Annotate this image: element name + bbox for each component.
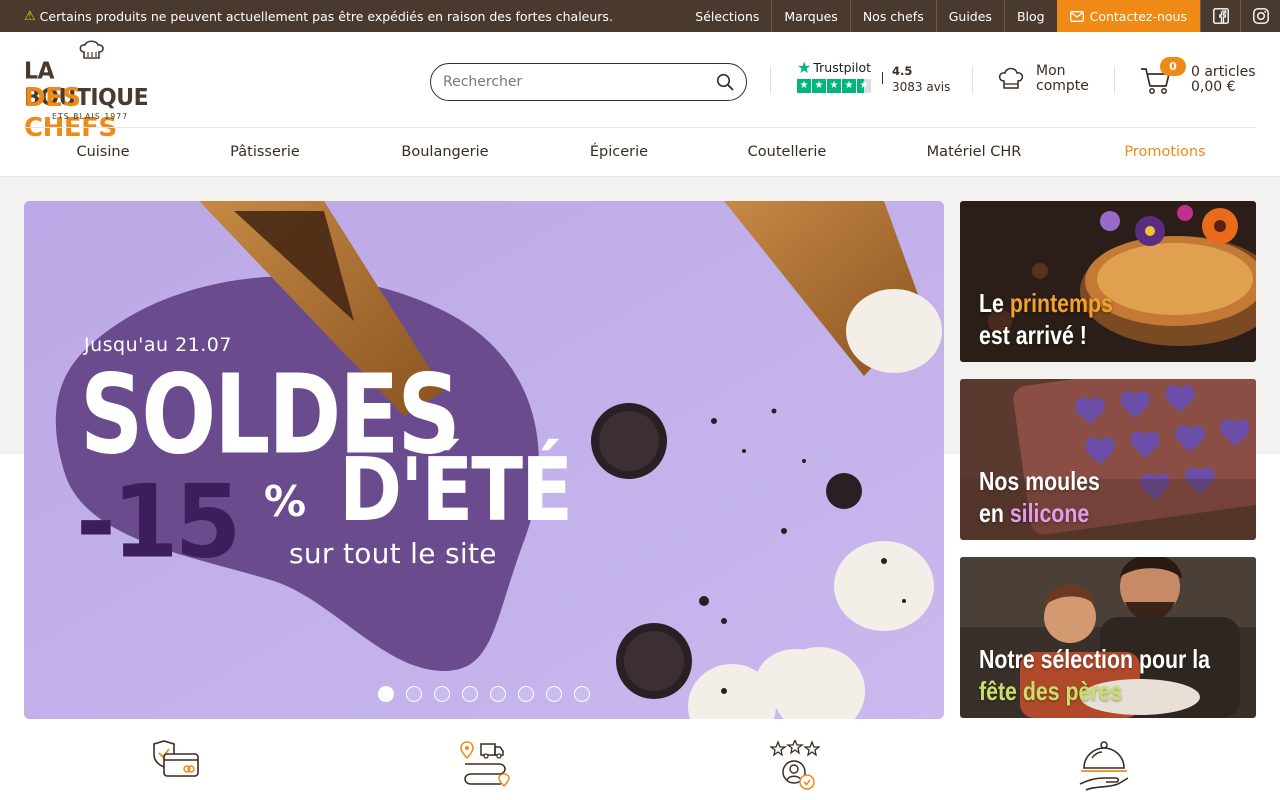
- customer-reviews-icon: [769, 738, 821, 790]
- carousel-dot[interactable]: [574, 686, 590, 702]
- promo-silicone-caption: Nos moules en silicone: [979, 465, 1100, 529]
- top-link-guides[interactable]: Guides: [935, 0, 1004, 32]
- star-icon: ★: [827, 79, 841, 93]
- nav-item-patisserie[interactable]: Pâtisserie: [220, 128, 310, 176]
- trustpilot-stars: ★ ★ ★ ★ ★: [797, 79, 871, 93]
- hero-subtitle: sur tout le site: [289, 537, 497, 570]
- promo-fathers-day-line-1: Notre sélection pour la: [979, 644, 1211, 674]
- header-divider: [1114, 66, 1115, 94]
- carousel-dots: [378, 686, 590, 702]
- carousel-dot[interactable]: [378, 686, 394, 702]
- promo-spring[interactable]: Le printemps est arrivé !: [960, 201, 1256, 362]
- top-link-blog[interactable]: Blog: [1003, 0, 1057, 32]
- carousel-dot[interactable]: [406, 686, 422, 702]
- promo-fathers-day-caption: Notre sélection pour la fête des pères: [979, 643, 1210, 707]
- promo-spring-text: Le: [979, 288, 1010, 318]
- account-label: Mon compte: [1036, 64, 1089, 94]
- top-link-chefs[interactable]: Nos chefs: [849, 0, 936, 32]
- promo-spring-caption: Le printemps est arrivé !: [979, 287, 1113, 351]
- account-link[interactable]: Mon compte: [998, 64, 1089, 94]
- trustpilot-logo: ★ Trustpilot: [797, 58, 871, 77]
- top-link-selections[interactable]: Sélections: [683, 0, 771, 32]
- header-divider: [972, 66, 973, 94]
- trustpilot-widget[interactable]: ★ Trustpilot ★ ★ ★ ★ ★ 4.5 3083 avis: [797, 58, 957, 98]
- trustpilot-star-icon: ★: [797, 58, 812, 77]
- carousel-dot[interactable]: [434, 686, 450, 702]
- nav-item-materiel-chr[interactable]: Matériel CHR: [922, 128, 1026, 176]
- nav-item-promotions[interactable]: Promotions: [1118, 128, 1212, 176]
- chef-hat-account-icon: [998, 67, 1024, 89]
- carousel-dot[interactable]: [490, 686, 506, 702]
- nav-item-cuisine[interactable]: Cuisine: [64, 128, 142, 176]
- search-icon[interactable]: [716, 73, 734, 91]
- top-link-marques[interactable]: Marques: [771, 0, 849, 32]
- heat-notice-text: Certains produits ne peuvent actuellemen…: [39, 8, 613, 24]
- feature-chef-service: [1078, 740, 1132, 796]
- main-navigation: Cuisine Pâtisserie Boulangerie Épicerie …: [24, 128, 1256, 176]
- delivery-route-icon: [460, 741, 510, 788]
- contact-label: Contactez-nous: [1089, 8, 1187, 24]
- hero-discount: -15: [76, 463, 241, 581]
- carousel-dot[interactable]: [518, 686, 534, 702]
- trustpilot-brand: Trustpilot: [813, 60, 872, 75]
- trustpilot-rating: 4.5: [892, 64, 913, 78]
- facebook-icon: [1212, 8, 1229, 24]
- account-line-2: compte: [1036, 78, 1089, 94]
- feature-delivery: [459, 740, 513, 794]
- search-input[interactable]: [443, 74, 716, 90]
- secure-payment-icon: [153, 740, 199, 777]
- nav-item-boulangerie[interactable]: Boulangerie: [394, 128, 496, 176]
- feature-secure-payment: [150, 740, 200, 786]
- feature-reviews: [769, 738, 821, 796]
- star-icon: ★: [812, 79, 826, 93]
- logo-line-3: ETS BLAIS 1977: [52, 112, 129, 121]
- search-box: [430, 63, 747, 101]
- nav-item-coutellerie[interactable]: Coutellerie: [742, 128, 832, 176]
- promo-silicone-highlight: silicone: [1009, 498, 1090, 528]
- cart-total: 0,00 €: [1191, 79, 1236, 95]
- promo-fathers-day-highlight: fête des pères: [979, 676, 1123, 706]
- promo-spring-highlight: printemps: [1009, 288, 1113, 318]
- trustpilot-separator: [882, 72, 883, 84]
- promo-silicone-molds[interactable]: Nos moules en silicone: [960, 379, 1256, 540]
- nav-item-epicerie[interactable]: Épicerie: [584, 128, 654, 176]
- carousel-dot[interactable]: [546, 686, 562, 702]
- star-icon: ★: [797, 79, 811, 93]
- instagram-icon: [1252, 8, 1269, 24]
- hero-percent: %: [264, 477, 307, 526]
- chef-service-icon: [1079, 741, 1129, 791]
- mail-icon: [1069, 10, 1084, 22]
- promo-silicone-line-1: Nos moules: [979, 466, 1100, 496]
- top-bar: ⚠ Certains produits ne peuvent actuellem…: [0, 0, 1280, 32]
- cart-articles: 0 articles: [1191, 64, 1256, 80]
- promo-fathers-day[interactable]: Notre sélection pour la fête des pères: [960, 557, 1256, 718]
- hero-carousel[interactable]: Jusqu'au 21.07 SOLDES -15 % D'ÉTÉ sur to…: [24, 201, 944, 719]
- instagram-link[interactable]: [1240, 0, 1280, 32]
- top-links: Sélections Marques Nos chefs Guides Blog…: [683, 0, 1280, 32]
- cart-link[interactable]: 0 0 articles 0,00 €: [1140, 57, 1258, 98]
- site-logo[interactable]: LA BOUTIQUE DES CHEFS ETS BLAIS 1977: [24, 40, 164, 143]
- heat-notice: ⚠ Certains produits ne peuvent actuellem…: [24, 0, 613, 32]
- star-icon: ★: [842, 79, 856, 93]
- header-divider: [770, 66, 771, 94]
- warning-icon: ⚠: [24, 8, 36, 24]
- facebook-link[interactable]: [1200, 0, 1240, 32]
- chef-hat-logo-icon: [79, 40, 104, 59]
- account-line-1: Mon: [1036, 63, 1066, 79]
- trustpilot-review-count: 3083 avis: [892, 80, 951, 94]
- hero-title-dete: D'ÉTÉ: [339, 438, 573, 541]
- half-star-icon: ★: [857, 79, 871, 93]
- promo-spring-line-2: est arrivé !: [979, 320, 1087, 350]
- cart-summary: 0 articles 0,00 €: [1191, 65, 1256, 95]
- promo-silicone-text: en: [979, 498, 1010, 528]
- carousel-dot[interactable]: [462, 686, 478, 702]
- contact-button[interactable]: Contactez-nous: [1056, 0, 1200, 32]
- cart-count-badge: 0: [1160, 57, 1186, 76]
